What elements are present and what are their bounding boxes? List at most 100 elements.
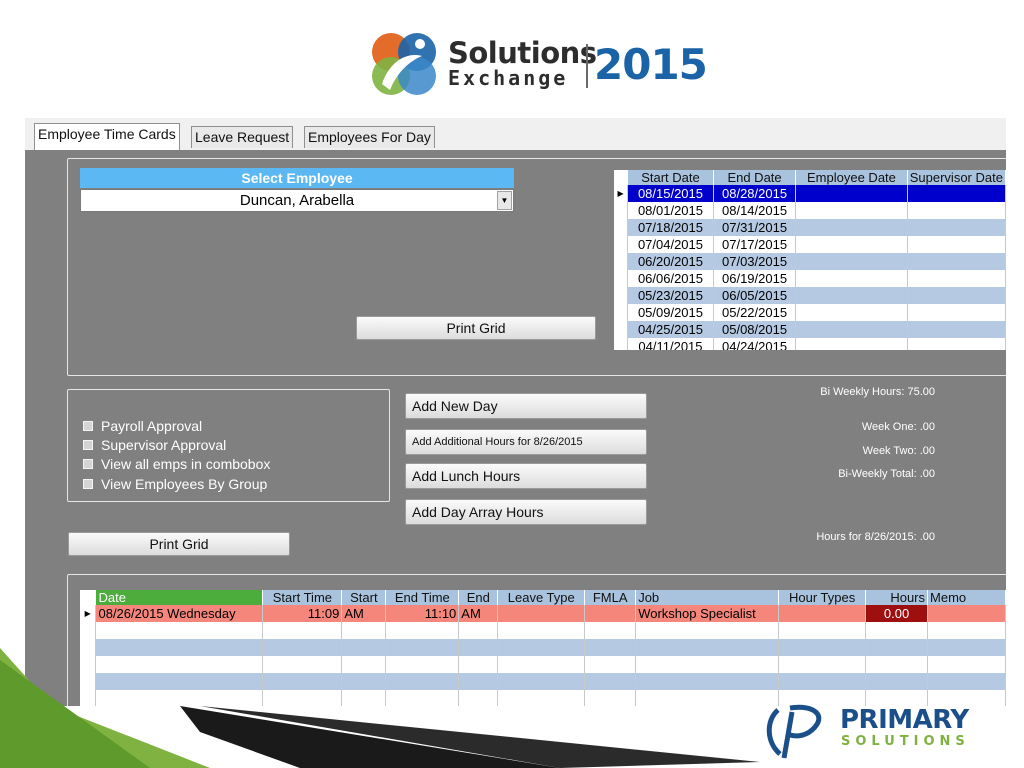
table-row[interactable]: 08/01/2015 08/14/2015 [614, 202, 1006, 219]
checkbox-icon[interactable] [83, 421, 93, 431]
employee-date-cell[interactable] [795, 287, 908, 304]
print-grid-button-top[interactable]: Print Grid [356, 316, 596, 340]
start-date-cell[interactable]: 06/06/2015 [627, 270, 714, 287]
fmla-cell[interactable] [584, 605, 637, 622]
table-row[interactable]: ▶ 08/26/2015 Wednesday 11:09 AM 11:10 AM… [80, 605, 1006, 622]
checkbox-icon[interactable] [83, 440, 93, 450]
column-header-end-time[interactable]: End Time [385, 590, 460, 605]
table-row[interactable]: 06/20/2015 07/03/2015 [614, 253, 1006, 270]
end-date-cell[interactable]: 07/31/2015 [713, 219, 797, 236]
table-row[interactable]: 07/18/2015 07/31/2015 [614, 219, 1006, 236]
hour-types-cell[interactable] [778, 622, 867, 639]
tab-leave-request[interactable]: Leave Request [191, 126, 294, 148]
column-header-start-time[interactable]: Start Time [262, 590, 343, 605]
employee-date-cell[interactable] [795, 219, 908, 236]
column-header-employee-date[interactable]: Employee Date [795, 170, 908, 185]
employee-date-cell[interactable] [795, 338, 908, 350]
date-cell[interactable] [95, 622, 264, 639]
column-header-job[interactable]: Job [635, 590, 780, 605]
supervisor-date-cell[interactable] [907, 253, 1006, 270]
column-header-leave-type[interactable]: Leave Type [497, 590, 586, 605]
column-header-supervisor-date[interactable]: Supervisor Date [907, 170, 1006, 185]
employee-date-cell[interactable] [795, 185, 908, 202]
table-row[interactable]: 04/11/2015 04/24/2015 [614, 338, 1006, 350]
end-date-cell[interactable]: 06/05/2015 [713, 287, 797, 304]
start-ampm-cell[interactable]: AM [341, 605, 387, 622]
supervisor-date-cell[interactable] [907, 338, 1006, 350]
add-day-array-hours-button[interactable]: Add Day Array Hours [405, 499, 647, 525]
employee-date-cell[interactable] [795, 270, 908, 287]
start-date-cell[interactable]: 04/25/2015 [627, 321, 714, 338]
table-row[interactable]: 05/09/2015 05/22/2015 [614, 304, 1006, 321]
add-new-day-button[interactable]: Add New Day [405, 393, 647, 419]
end-date-cell[interactable]: 06/19/2015 [713, 270, 797, 287]
column-header-hour-types[interactable]: Hour Types [778, 590, 867, 605]
end-date-cell[interactable]: 04/24/2015 [713, 338, 797, 350]
view-all-emps-checkbox[interactable]: View all emps in combobox [83, 456, 270, 472]
supervisor-date-cell[interactable] [907, 185, 1006, 202]
tab-employees-for-day[interactable]: Employees For Day [304, 126, 435, 148]
table-row[interactable] [80, 622, 1006, 639]
add-lunch-hours-button[interactable]: Add Lunch Hours [405, 463, 647, 489]
column-header-end[interactable]: End [458, 590, 499, 605]
start-date-cell[interactable]: 08/15/2015 [627, 185, 714, 202]
employee-date-cell[interactable] [795, 253, 908, 270]
supervisor-date-cell[interactable] [907, 202, 1006, 219]
print-grid-button-bottom[interactable]: Print Grid [68, 532, 290, 556]
start-date-cell[interactable]: 05/09/2015 [627, 304, 714, 321]
supervisor-date-cell[interactable] [907, 270, 1006, 287]
employee-date-cell[interactable] [795, 236, 908, 253]
supervisor-date-cell[interactable] [907, 321, 1006, 338]
start-date-cell[interactable]: 05/23/2015 [627, 287, 714, 304]
end-date-cell[interactable]: 05/22/2015 [713, 304, 797, 321]
checkbox-icon[interactable] [83, 459, 93, 469]
hours-cell[interactable]: 0.00 [865, 605, 929, 622]
column-header-fmla[interactable]: FMLA [584, 590, 637, 605]
column-header-start-date[interactable]: Start Date [627, 170, 714, 185]
employee-date-cell[interactable] [795, 321, 908, 338]
end-ampm-cell[interactable] [458, 622, 499, 639]
start-ampm-cell[interactable] [341, 622, 387, 639]
payroll-approval-checkbox[interactable]: Payroll Approval [83, 418, 202, 434]
column-header-end-date[interactable]: End Date [713, 170, 797, 185]
date-cell[interactable]: 08/26/2015 Wednesday [95, 605, 264, 622]
job-cell[interactable]: Workshop Specialist [635, 605, 780, 622]
column-header-start[interactable]: Start [341, 590, 387, 605]
supervisor-date-cell[interactable] [907, 287, 1006, 304]
end-date-cell[interactable]: 08/28/2015 [713, 185, 797, 202]
end-date-cell[interactable]: 07/17/2015 [713, 236, 797, 253]
job-cell[interactable] [635, 622, 780, 639]
leave-type-cell[interactable] [497, 622, 586, 639]
start-date-cell[interactable]: 08/01/2015 [627, 202, 714, 219]
supervisor-date-cell[interactable] [907, 219, 1006, 236]
memo-cell[interactable] [927, 605, 1006, 622]
hours-cell[interactable] [865, 622, 929, 639]
checkbox-icon[interactable] [83, 479, 93, 489]
table-row[interactable]: 06/06/2015 06/19/2015 [614, 270, 1006, 287]
memo-cell[interactable] [927, 622, 1006, 639]
start-date-cell[interactable]: 07/04/2015 [627, 236, 714, 253]
table-row[interactable]: 05/23/2015 06/05/2015 [614, 287, 1006, 304]
start-date-cell[interactable]: 07/18/2015 [627, 219, 714, 236]
start-date-cell[interactable]: 04/11/2015 [627, 338, 714, 350]
fmla-cell[interactable] [584, 622, 637, 639]
supervisor-date-cell[interactable] [907, 236, 1006, 253]
table-row[interactable]: ▶ 08/15/2015 08/28/2015 [614, 185, 1006, 202]
view-employees-by-group-checkbox[interactable]: View Employees By Group [83, 476, 267, 492]
table-row[interactable]: 04/25/2015 05/08/2015 [614, 321, 1006, 338]
end-date-cell[interactable]: 08/14/2015 [713, 202, 797, 219]
supervisor-approval-checkbox[interactable]: Supervisor Approval [83, 437, 226, 453]
start-time-cell[interactable] [262, 622, 343, 639]
column-header-memo[interactable]: Memo [927, 590, 1006, 605]
supervisor-date-cell[interactable] [907, 304, 1006, 321]
pay-period-grid[interactable]: Start Date End Date Employee Date Superv… [614, 170, 1006, 350]
column-header-date[interactable]: Date [95, 590, 264, 605]
end-time-cell[interactable]: 11:10 [385, 605, 460, 622]
employee-date-cell[interactable] [795, 304, 908, 321]
end-date-cell[interactable]: 05/08/2015 [713, 321, 797, 338]
table-row[interactable]: 07/04/2015 07/17/2015 [614, 236, 1006, 253]
start-time-cell[interactable]: 11:09 [262, 605, 343, 622]
tab-employee-time-cards[interactable]: Employee Time Cards [34, 123, 180, 150]
leave-type-cell[interactable] [497, 605, 586, 622]
hour-types-cell[interactable] [778, 605, 867, 622]
